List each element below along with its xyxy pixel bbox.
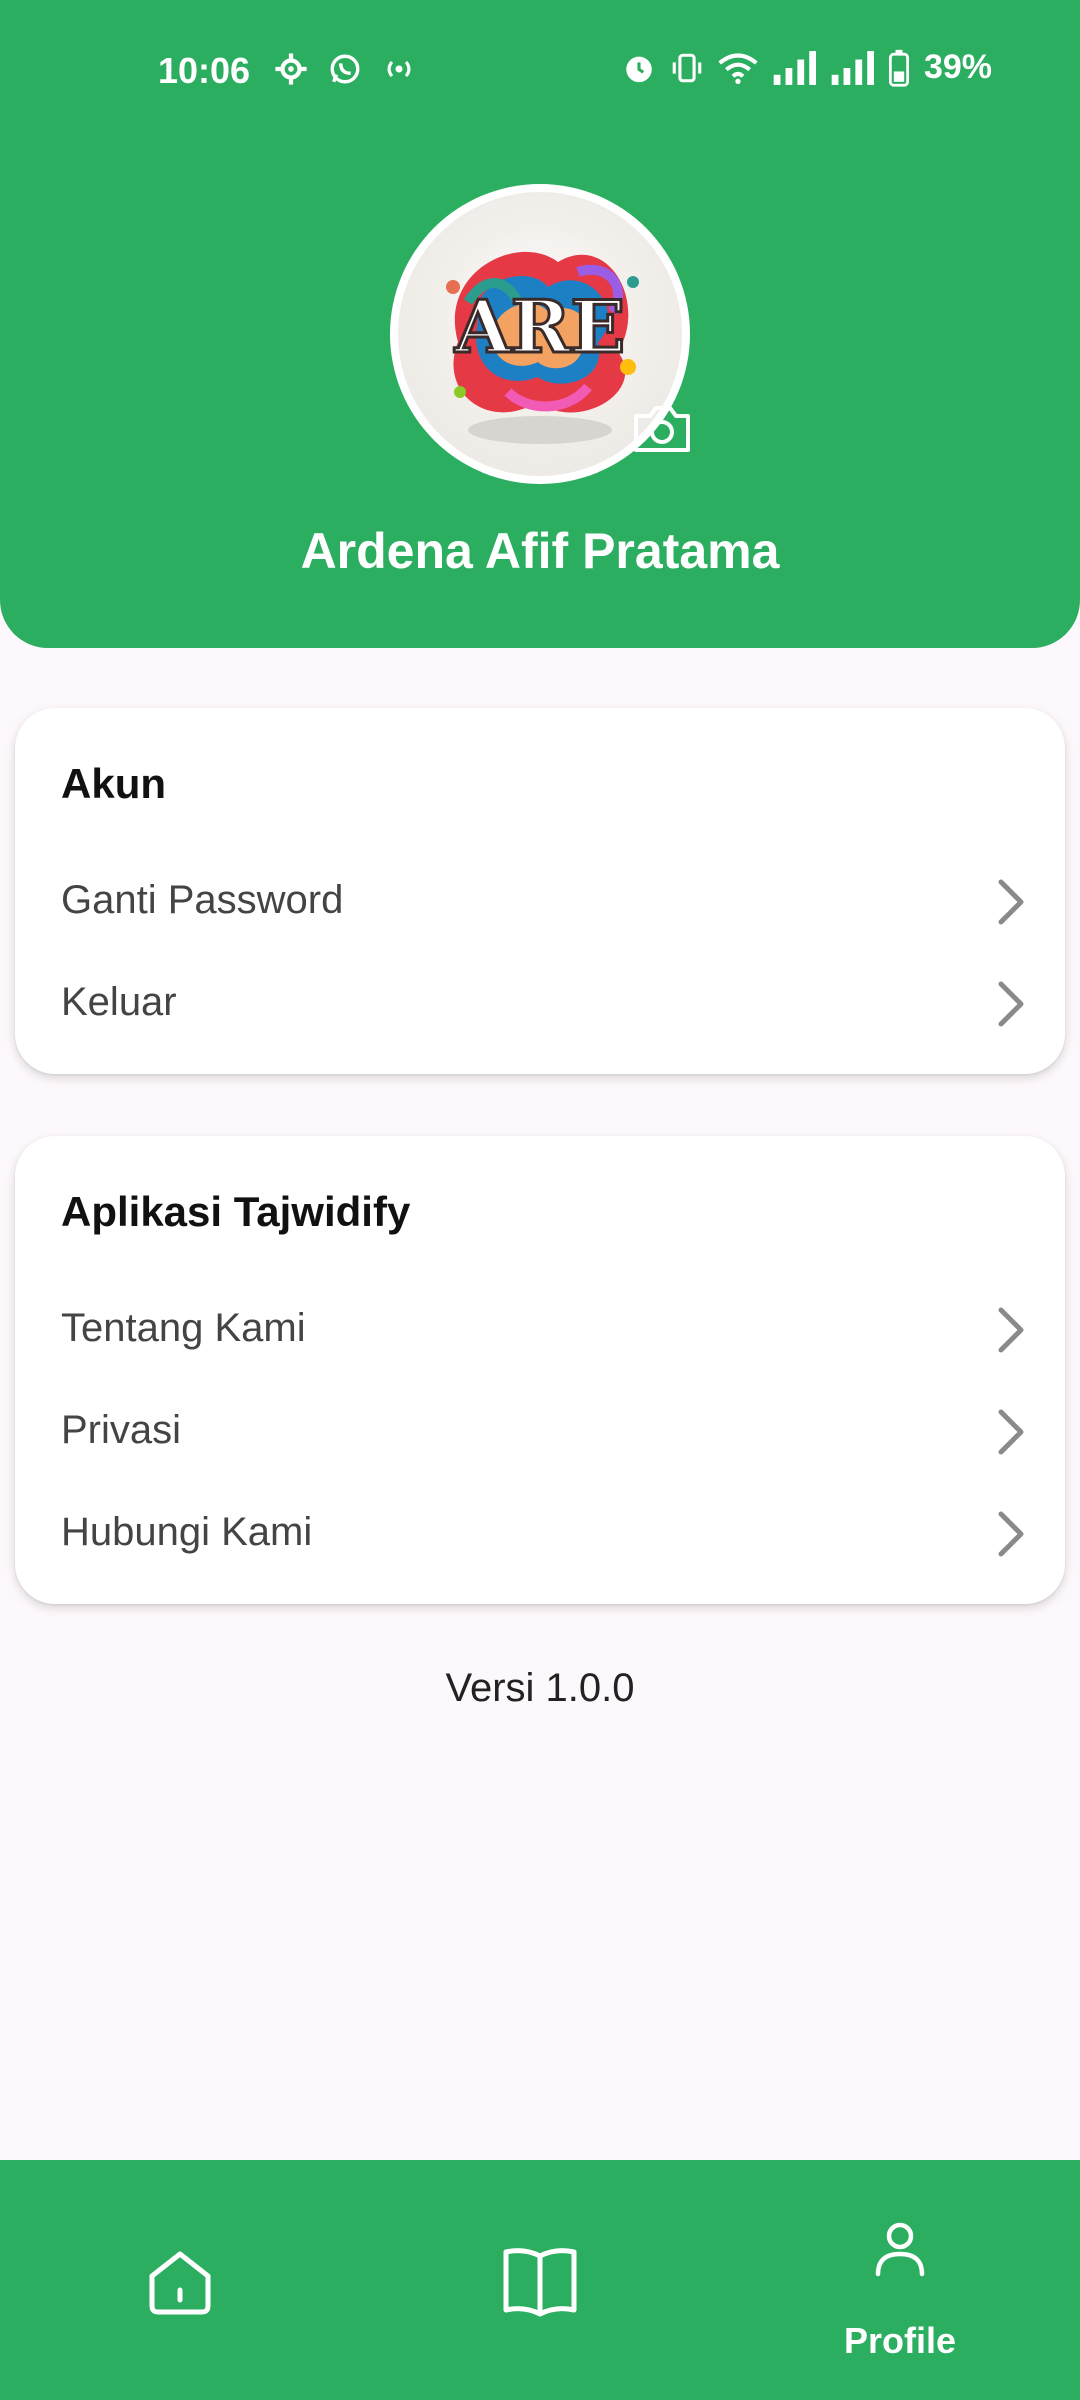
battery-percent: 39%: [923, 48, 992, 86]
status-left-icons: [274, 52, 416, 86]
bottom-nav: Profile: [0, 2160, 1080, 2400]
whatsapp-icon: [330, 54, 360, 84]
account-card: Akun Ganti Password Keluar: [15, 708, 1065, 1074]
book-icon: [503, 2248, 577, 2317]
logout-row[interactable]: Keluar: [15, 952, 1065, 1052]
nav-profile[interactable]: Profile: [720, 2160, 1080, 2400]
change-password-row[interactable]: Ganti Password: [15, 850, 1065, 950]
wifi-icon: [718, 53, 758, 84]
hotspot-icon: [387, 60, 411, 78]
chevron-right-icon: [998, 1307, 1024, 1353]
app-card: Aplikasi Tajwidify Tentang Kami Privasi …: [15, 1136, 1065, 1604]
contact-us-row[interactable]: Hubungi Kami: [15, 1482, 1065, 1582]
about-us-row[interactable]: Tentang Kami: [15, 1278, 1065, 1378]
camera-icon[interactable]: [630, 402, 694, 456]
row-label: Hubungi Kami: [61, 1510, 313, 1554]
home-icon: [149, 2251, 211, 2315]
vibrate-icon: [672, 53, 702, 82]
row-label: Keluar: [61, 980, 177, 1024]
status-bar: 10:06 39%: [0, 0, 1080, 140]
avatar-initials: ARE: [454, 284, 626, 369]
nav-home[interactable]: [0, 2160, 360, 2400]
status-time: 10:06: [158, 50, 251, 91]
row-label: Tentang Kami: [61, 1306, 306, 1350]
app-section-title: Aplikasi Tajwidify: [61, 1188, 411, 1235]
nav-book[interactable]: [360, 2160, 720, 2400]
settings-icon: [275, 53, 307, 85]
alarm-icon: [626, 56, 652, 82]
app-version: Versi 1.0.0: [445, 1666, 635, 1710]
status-right-icons: 39%: [622, 48, 992, 87]
row-label: Ganti Password: [61, 878, 344, 922]
battery-icon: [888, 49, 909, 87]
chevron-right-icon: [998, 981, 1024, 1027]
signal-icon: [773, 50, 816, 85]
privacy-row[interactable]: Privasi: [15, 1380, 1065, 1480]
chevron-right-icon: [998, 1409, 1024, 1455]
profile-icon: [875, 2222, 925, 2277]
chevron-right-icon: [998, 1511, 1024, 1557]
user-name: Ardena Afif Pratama: [300, 523, 780, 579]
signal-icon-2: [831, 50, 874, 85]
row-label: Privasi: [61, 1408, 182, 1452]
chevron-right-icon: [998, 879, 1024, 925]
profile-header: 10:06 39% ARE Ardena Afif Pratama: [0, 0, 1080, 648]
account-section-title: Akun: [61, 760, 166, 807]
nav-profile-label: Profile: [843, 2320, 957, 2361]
